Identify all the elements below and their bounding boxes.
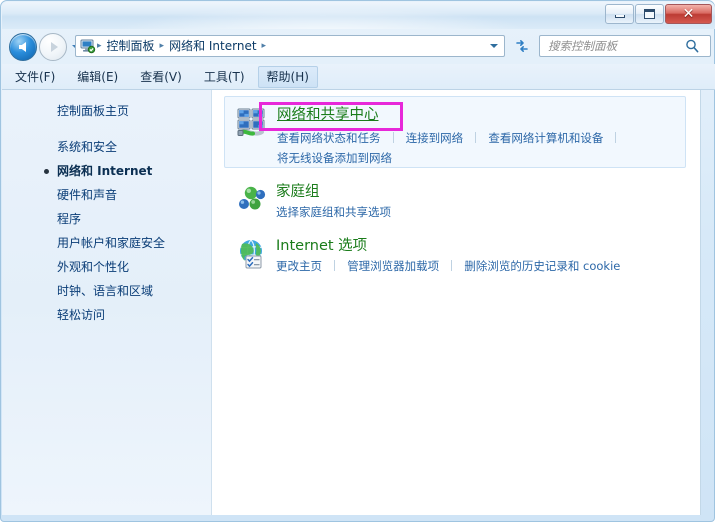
forward-arrow-icon [50, 42, 58, 52]
address-bar-row: ▸ 控制面板 ▸ 网络和 Internet ▸ [2, 29, 715, 64]
breadcrumb-separator-2: ▸ [261, 41, 267, 51]
link-manage-browser-addons[interactable]: 管理浏览器加载项 [347, 259, 439, 273]
category-links-network-sharing-center: 查看网络状态和任务 连接到网络 查看网络计算机和设备 将无线设备添加到网络 [277, 128, 677, 167]
sidebar-item-clock-language-region[interactable]: 时钟、语言和区域 [2, 279, 211, 303]
sidebar-item-control-panel-home[interactable]: 控制面板主页 [57, 102, 129, 119]
link-separator [334, 260, 336, 271]
link-view-network-status[interactable]: 查看网络状态和任务 [277, 131, 381, 145]
search-box[interactable] [539, 35, 711, 57]
sidebar-item-label: 网络和 Internet [57, 164, 153, 178]
title-bar: ✕ [2, 2, 715, 29]
close-button[interactable]: ✕ [665, 4, 712, 24]
address-dropdown-icon[interactable] [490, 44, 498, 48]
menu-item-view[interactable]: 查看(V) [131, 66, 191, 88]
internet-options-icon [236, 238, 268, 270]
maximize-icon [644, 9, 655, 19]
window-controls: ✕ [604, 4, 712, 25]
category-links-homegroup: 选择家庭组和共享选项 [276, 202, 676, 221]
menu-item-help[interactable]: 帮助(H) [257, 65, 318, 88]
sidebar-item-programs[interactable]: 程序 [2, 207, 211, 231]
forward-button[interactable] [39, 33, 67, 61]
search-icon[interactable] [684, 38, 701, 54]
window-body: 控制面板主页 系统和安全 网络和 Internet 硬件和声音 程序 用户帐户和… [2, 90, 715, 515]
link-separator [475, 132, 477, 143]
link-row-2: 将无线设备添加到网络 [277, 148, 677, 167]
navigation-buttons [9, 33, 82, 61]
content-area: 网络和共享中心 查看网络状态和任务 连接到网络 查看网络计算机和设备 将无线设备… [212, 90, 701, 515]
category-title-homegroup[interactable]: 家庭组 [276, 182, 320, 202]
minimize-button[interactable] [605, 4, 634, 24]
link-choose-homegroup-options[interactable]: 选择家庭组和共享选项 [276, 205, 391, 219]
menu-item-edit[interactable]: 编辑(E) [68, 66, 127, 88]
menu-item-file[interactable]: 文件(F) [6, 66, 64, 88]
highlight-annotation-box [259, 102, 403, 131]
sidebar-item-appearance[interactable]: 外观和个性化 [2, 255, 211, 279]
sidebar-item-hardware-sound[interactable]: 硬件和声音 [2, 183, 211, 207]
minimize-icon [614, 15, 625, 18]
sidebar-item-user-accounts[interactable]: 用户帐户和家庭安全 [2, 231, 211, 255]
address-bar[interactable]: ▸ 控制面板 ▸ 网络和 Internet ▸ [75, 35, 505, 57]
link-add-wireless-device[interactable]: 将无线设备添加到网络 [277, 151, 392, 165]
link-connect-to-network[interactable]: 连接到网络 [406, 131, 464, 145]
current-item-bullet-icon [44, 169, 49, 174]
search-input[interactable] [546, 38, 682, 54]
close-icon: ✕ [682, 6, 695, 22]
link-separator [615, 132, 617, 143]
link-delete-browsing-history[interactable]: 删除浏览的历史记录和 cookie [464, 259, 620, 273]
back-button[interactable] [9, 33, 37, 61]
breadcrumb-item-network-internet[interactable]: 网络和 Internet [165, 36, 260, 56]
menu-item-tools[interactable]: 工具(T) [195, 66, 254, 88]
menu-bar: 文件(F) 编辑(E) 查看(V) 工具(T) 帮助(H) [2, 64, 715, 90]
maximize-button[interactable] [635, 4, 664, 24]
sidebar: 控制面板主页 系统和安全 网络和 Internet 硬件和声音 程序 用户帐户和… [2, 90, 212, 515]
category-links-internet-options: 更改主页 管理浏览器加载项 删除浏览的历史记录和 cookie [276, 256, 676, 275]
link-separator [392, 132, 394, 143]
control-panel-icon [80, 38, 96, 54]
category-homegroup[interactable]: 家庭组 选择家庭组和共享选项 [224, 174, 686, 222]
control-panel-window: ✕ ▸ 控制面板 ▸ 网络和 Internet ▸ 搜索控制面板 文件(F) 编… [0, 0, 715, 522]
refresh-icon [514, 38, 530, 54]
link-view-network-computers[interactable]: 查看网络计算机和设备 [488, 131, 603, 145]
link-separator [451, 260, 453, 271]
breadcrumb-item-control-panel[interactable]: 控制面板 [103, 36, 159, 56]
refresh-button[interactable] [512, 37, 532, 55]
sidebar-item-network-internet[interactable]: 网络和 Internet [2, 159, 211, 183]
sidebar-category-list: 系统和安全 网络和 Internet 硬件和声音 程序 用户帐户和家庭安全 外观… [2, 135, 211, 327]
sidebar-item-ease-of-access[interactable]: 轻松访问 [2, 303, 211, 327]
homegroup-icon [236, 184, 268, 216]
link-change-homepage[interactable]: 更改主页 [276, 259, 322, 273]
sidebar-item-system-security[interactable]: 系统和安全 [2, 135, 211, 159]
category-title-internet-options[interactable]: Internet 选项 [276, 236, 367, 256]
back-arrow-icon [18, 42, 26, 52]
category-internet-options[interactable]: Internet 选项 更改主页 管理浏览器加载项 删除浏览的历史记录和 coo… [224, 228, 686, 276]
